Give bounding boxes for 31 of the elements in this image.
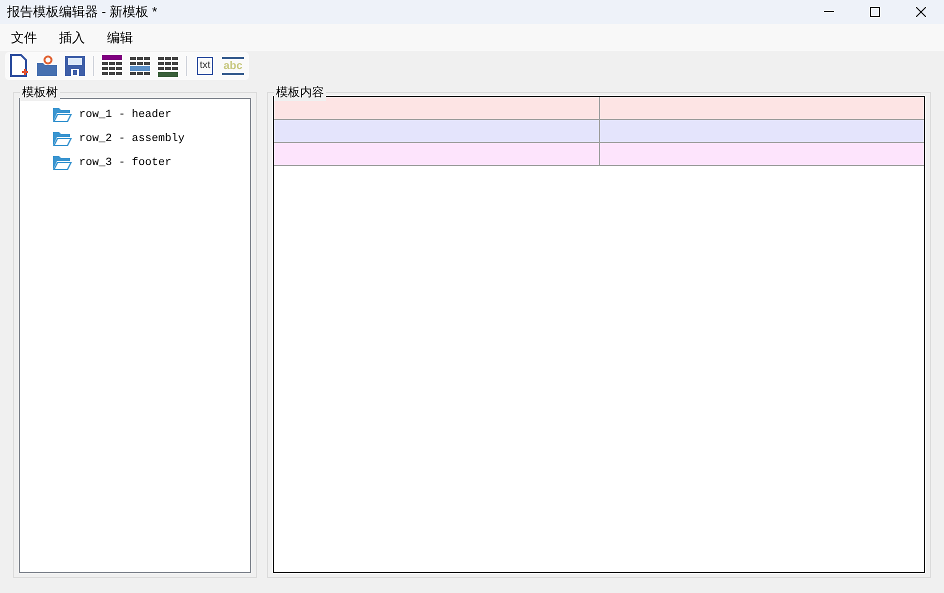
window-title: 报告模板编辑器 - 新模板 *: [6, 3, 158, 22]
folder-icon: [52, 131, 73, 147]
table-cell[interactable]: [598, 97, 924, 119]
save-icon: [64, 55, 86, 77]
open-folder-icon: [36, 55, 58, 77]
folder-icon: [52, 107, 73, 123]
tree-item-label: row_3 - footer: [79, 156, 172, 171]
tree-item-label: row_1 - header: [79, 108, 172, 123]
toolbar-button[interactable]: txt: [191, 52, 219, 80]
table-cell[interactable]: [598, 143, 924, 165]
maximize-icon: [870, 7, 880, 17]
minimize-icon: [824, 11, 834, 13]
table-icon: [157, 55, 179, 77]
group-title: 模板内容: [274, 83, 326, 101]
tree-item[interactable]: row_2 - assembly: [52, 127, 250, 151]
close-icon: [916, 7, 926, 17]
table-icon: [129, 55, 151, 77]
txt-icon: txt: [196, 57, 214, 75]
table-cell[interactable]: [274, 143, 598, 165]
group-title: 模板树: [20, 83, 60, 101]
menu-item[interactable]: 编辑: [99, 28, 141, 48]
tree-item[interactable]: row_1 - header: [52, 103, 250, 127]
tree-item[interactable]: row_3 - footer: [52, 151, 250, 175]
table-cell[interactable]: [274, 120, 598, 142]
menu-item[interactable]: 文件: [3, 28, 45, 48]
tree-item-label: row_2 - assembly: [79, 132, 185, 147]
table-cell[interactable]: [274, 97, 598, 119]
table-cell[interactable]: [598, 120, 924, 142]
table-icon: [101, 55, 123, 77]
folder-icon: [52, 155, 73, 171]
menu-item[interactable]: 插入: [51, 28, 93, 48]
